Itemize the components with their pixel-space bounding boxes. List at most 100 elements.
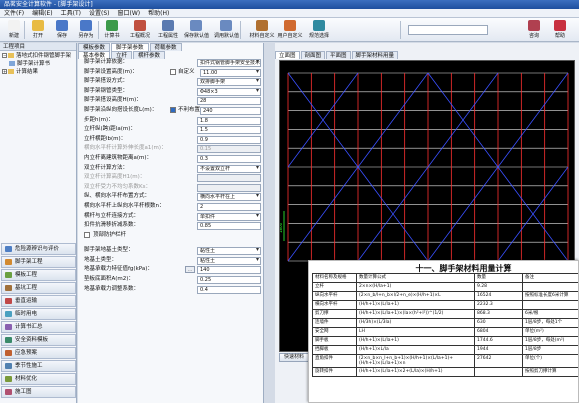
nav-item-label: 计算书汇总: [15, 324, 43, 330]
parameter-input[interactable]: 0.9: [197, 135, 261, 144]
nav-item[interactable]: 计算书汇总: [1, 321, 76, 333]
menu-tools[interactable]: 工具(T): [57, 9, 85, 17]
parameter-input[interactable]: [197, 174, 261, 183]
parameter-row: 垫板底面积A(m2)： 0.25: [82, 275, 262, 285]
parameter-label: 横杆与立杆连接方式：: [84, 212, 140, 219]
parameter-input[interactable]: 1.5: [197, 126, 261, 135]
parameter-tabs: 模板参数 脚手架参数 荷载参数: [78, 43, 183, 51]
parameter-form: 脚手架计算依据： 扣件式钢管脚手架安全技术规范脚手架设置高度(m)： 11.00 自定…: [82, 58, 262, 294]
parameter-row: 脚手架计算依据： 扣件式钢管脚手架安全技术规范: [82, 58, 262, 68]
nav-item[interactable]: 应急预案: [1, 347, 76, 359]
nav-item[interactable]: 模板工程: [1, 269, 76, 281]
parameter-dropdown[interactable]: 11.00: [200, 68, 261, 77]
module-icon: [5, 362, 12, 369]
parameter-row: 横向水平杆上纵向水平杆根数n： 2: [82, 202, 262, 212]
tree-node[interactable]: + 计算结果: [2, 68, 74, 76]
toolbar-search-input[interactable]: [408, 25, 488, 35]
checkbox[interactable]: [170, 68, 176, 75]
menu-settings[interactable]: 设置(S): [85, 9, 114, 17]
menu-help[interactable]: 帮助(H): [144, 9, 173, 17]
parameter-dropdown[interactable]: 单扣件: [197, 212, 261, 221]
attribute-icon: [162, 20, 174, 31]
table-cell: [522, 282, 578, 292]
expand-icon[interactable]: +: [2, 69, 7, 74]
nav-item[interactable]: 危险源辨识与评价: [1, 243, 76, 255]
table-cell: 安全网: [312, 327, 357, 337]
parameter-input[interactable]: 0.15: [197, 145, 261, 154]
toolbar-button-project[interactable]: 工程概况: [128, 18, 152, 42]
parameter-label: 双立杆计算方法：: [84, 164, 129, 171]
tree-node[interactable]: − 落地式扣件钢管脚手架: [2, 52, 74, 60]
parameter-input[interactable]: 0.4: [197, 285, 261, 294]
nav-item[interactable]: 临时用电: [1, 308, 76, 320]
tab-section[interactable]: 剖面图: [300, 51, 326, 59]
checkbox-label: 顶部防护栏杆: [93, 231, 127, 238]
toolbar-button-new-file[interactable]: 新建: [2, 18, 26, 42]
material-table: 材料名称及规格 数量计算公式 数量 备注 立杆 2×n×(H/la+1) 9.28 纵…: [312, 273, 578, 377]
parameter-dropdown[interactable]: 双排脚手架: [197, 78, 261, 87]
parameter-label: 地基承载力调整系数：: [84, 285, 140, 292]
toolbar-button-open-folder[interactable]: 打开: [26, 18, 50, 42]
nav-item[interactable]: 施工图: [1, 386, 76, 398]
table-cell: 纵向水平杆: [312, 291, 357, 301]
module-icon: [5, 271, 12, 278]
menu-edit[interactable]: 编辑(E): [28, 9, 56, 17]
parameter-input[interactable]: 0.25: [197, 276, 261, 285]
browse-button[interactable]: ...: [185, 266, 195, 274]
parameter-input[interactable]: 0.85: [197, 222, 261, 231]
table-cell: 挡脚板: [312, 345, 357, 355]
nav-item[interactable]: 安全资料模板: [1, 334, 76, 346]
parameter-dropdown[interactable]: 粘性土: [197, 256, 261, 265]
tab-plan[interactable]: 平面图: [326, 51, 351, 59]
quick-material-button[interactable]: 快速材料: [279, 353, 309, 362]
parameter-input[interactable]: 140: [197, 266, 261, 275]
nav-item[interactable]: 基坑工程: [1, 282, 76, 294]
project-icon: [134, 20, 146, 31]
tab-elevation[interactable]: 立面图: [275, 51, 300, 59]
toolbar-button-consult[interactable]: 咨询: [520, 18, 548, 42]
parameter-dropdown[interactable]: 黏性土: [197, 247, 261, 256]
parameter-label: 地基承载力特征值fg(kPa)：: [84, 266, 153, 273]
table-cell: 1层/8步，每处1个: [522, 318, 578, 328]
menu-window[interactable]: 窗口(W): [113, 9, 144, 17]
toolbar-button-attribute[interactable]: 工程属性: [156, 18, 180, 42]
toolbar-button-material[interactable]: 材料自定义: [248, 18, 276, 42]
table-cell: 单位(个): [522, 354, 578, 368]
parameter-input[interactable]: [197, 183, 261, 192]
toolbar-button-calc-book[interactable]: 计算书: [100, 18, 124, 42]
collapse-icon[interactable]: −: [2, 53, 7, 58]
checkbox[interactable]: [84, 231, 90, 238]
parameter-input[interactable]: 0.3: [197, 154, 261, 163]
menu-file[interactable]: 文件(F): [0, 9, 28, 17]
toolbar-button-load-default[interactable]: 调用默认值: [214, 18, 239, 42]
toolbar-button-save-as[interactable]: 另存为: [74, 18, 98, 42]
nav-item[interactable]: 垂直运输: [1, 295, 76, 307]
tab-material-usage[interactable]: 脚手架材料用量: [351, 51, 399, 59]
toolbar-button-standard[interactable]: 规范选择: [305, 18, 333, 42]
column-header: 备注: [522, 273, 578, 283]
parameter-label: 立杆纵(跨)距la(m)：: [84, 126, 136, 133]
parameter-dropdown[interactable]: 扣件式钢管脚手架安全技术规范: [197, 59, 261, 67]
tab-template-params[interactable]: 模板参数: [78, 43, 111, 51]
module-icon: [5, 349, 12, 356]
parameter-dropdown[interactable]: 横向水平杆在上: [197, 193, 261, 202]
toolbar-button-save-default[interactable]: 保存默认值: [184, 18, 209, 42]
toolbar-button-save[interactable]: 保存: [50, 18, 74, 42]
parameter-input[interactable]: 240: [200, 106, 261, 115]
nav-item-label: 施工图: [15, 389, 32, 395]
nav-item[interactable]: 脚手架工程: [1, 256, 76, 268]
parameter-input[interactable]: 2: [197, 202, 261, 211]
toolbar-button-help[interactable]: 帮助: [546, 18, 574, 42]
tree-node[interactable]: 脚手架计算书: [2, 60, 74, 68]
parameter-input[interactable]: 1.8: [197, 116, 261, 125]
nav-item[interactable]: 材料优化: [1, 373, 76, 385]
parameter-dropdown[interactable]: 不设置双立杆: [197, 164, 261, 173]
toolbar-button-user-define[interactable]: 用户自定义: [276, 18, 304, 42]
checkbox[interactable]: [170, 106, 176, 113]
tab-load-params[interactable]: 荷载参数: [149, 43, 182, 51]
parameter-input[interactable]: 28: [197, 97, 261, 106]
tab-scaffold-params[interactable]: 脚手架参数: [111, 43, 149, 51]
parameter-dropdown[interactable]: Φ48×3: [197, 87, 261, 96]
parameter-label: 双立杆计算高度H1(m)：: [84, 174, 146, 181]
nav-item[interactable]: 季节性施工: [1, 360, 76, 372]
